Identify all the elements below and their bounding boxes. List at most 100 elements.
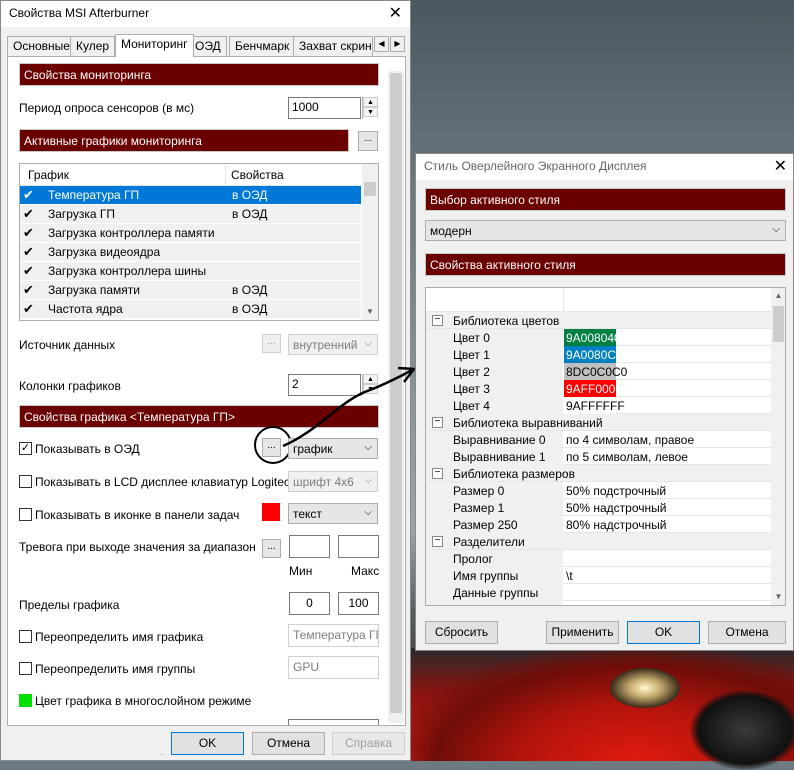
- property-value[interactable]: 9AFFFFFF: [564, 397, 771, 414]
- grid-property-row[interactable]: Эпилог: [426, 601, 771, 605]
- property-value[interactable]: 9A008040: [564, 329, 771, 346]
- data-source-combo[interactable]: внутренний ⌵: [288, 334, 378, 355]
- polling-spinner[interactable]: ▲ ▼: [362, 97, 378, 119]
- check-icon[interactable]: ✔: [23, 263, 34, 279]
- limit-max-input[interactable]: 100: [338, 592, 379, 615]
- graph-list-row[interactable]: ✔ Загрузка ГП в ОЭД: [20, 205, 361, 224]
- tab-scroll-right-icon[interactable]: ▶: [390, 36, 405, 52]
- polling-input[interactable]: 1000: [288, 97, 361, 119]
- grid-category-row[interactable]: − Библиотека размеров: [426, 465, 771, 482]
- tab-scroll-left-icon[interactable]: ◀: [374, 36, 389, 52]
- dialog-cancel-button[interactable]: Отмена: [708, 621, 786, 644]
- override-graph-name-label: Переопределить имя графика: [35, 630, 204, 644]
- dialog-ok-button[interactable]: OK: [627, 621, 700, 644]
- alarm-max-input[interactable]: [338, 535, 379, 558]
- data-source-more-button[interactable]: ...: [262, 334, 281, 353]
- col-props-header[interactable]: Свойства: [231, 168, 284, 182]
- tab-monitoring[interactable]: Мониторинг: [115, 34, 194, 57]
- property-value[interactable]: по 5 символам, левое: [564, 448, 771, 465]
- override-graph-name-checkbox[interactable]: [19, 630, 32, 643]
- tray-color-swatch[interactable]: [262, 503, 280, 521]
- grid-property-row[interactable]: Данные группы: [426, 584, 771, 601]
- collapse-icon[interactable]: −: [432, 536, 443, 547]
- tab-screenshot[interactable]: Захват скринш: [293, 36, 373, 56]
- property-value[interactable]: по 4 символам, правое: [564, 431, 771, 448]
- alarm-more-button[interactable]: ...: [262, 539, 281, 558]
- show-lcd-combo[interactable]: шрифт 4x6 ⌵: [288, 471, 378, 492]
- graph-list-row[interactable]: ✔ Загрузка контроллера шины: [20, 262, 361, 281]
- tab-general[interactable]: Основные: [7, 36, 76, 56]
- tab-cooler[interactable]: Кулер: [70, 36, 116, 56]
- style-combo[interactable]: модерн ⌵: [425, 220, 786, 241]
- active-graphs-more-button[interactable]: ...: [358, 131, 378, 151]
- limit-min-input[interactable]: 0: [289, 592, 330, 615]
- color-chip: 9A0080C0: [564, 346, 623, 363]
- reset-button[interactable]: Сбросить: [425, 621, 498, 644]
- apply-button[interactable]: Применить: [546, 621, 619, 644]
- layered-color-swatch[interactable]: [19, 694, 32, 707]
- alarm-min-input[interactable]: [289, 535, 330, 558]
- check-icon[interactable]: ✔: [23, 187, 34, 203]
- show-lcd-checkbox[interactable]: [19, 475, 32, 488]
- check-icon[interactable]: ✔: [23, 206, 34, 222]
- tab-osd[interactable]: ОЭД: [189, 36, 227, 56]
- graph-list-row[interactable]: ✔ Загрузка памяти в ОЭД: [20, 281, 361, 300]
- collapse-icon[interactable]: −: [432, 315, 443, 326]
- check-icon[interactable]: ✔: [23, 301, 34, 317]
- grid-property-row[interactable]: Цвет 1 9A0080C0: [426, 346, 771, 363]
- grid-property-row[interactable]: Выравнивание 0 по 4 символам, правое: [426, 431, 771, 448]
- ok-button[interactable]: OK: [171, 732, 244, 755]
- close-icon[interactable]: ✕: [389, 3, 402, 23]
- property-grid-scrollbar[interactable]: ▲ ▼: [771, 288, 785, 605]
- cancel-button[interactable]: Отмена: [252, 732, 325, 755]
- property-value[interactable]: 8DC0C0C0: [564, 363, 771, 380]
- property-value[interactable]: 50% надстрочный: [564, 499, 771, 516]
- hand-drawn-arrow: [282, 366, 417, 448]
- check-icon[interactable]: ✔: [23, 282, 34, 298]
- override-group-name-input[interactable]: GPU: [288, 656, 379, 679]
- override-group-name-checkbox[interactable]: [19, 662, 32, 675]
- grid-property-row[interactable]: Цвет 2 8DC0C0C0: [426, 363, 771, 380]
- grid-property-row[interactable]: Имя группы \t: [426, 567, 771, 584]
- property-value[interactable]: [564, 550, 771, 567]
- property-value[interactable]: [564, 584, 771, 601]
- property-value[interactable]: 80% надстрочный: [564, 516, 771, 533]
- grid-property-row[interactable]: Размер 1 50% надстрочный: [426, 499, 771, 516]
- grid-property-row[interactable]: Цвет 4 9AFFFFFF: [426, 397, 771, 414]
- show-tray-combo[interactable]: текст ⌵: [288, 503, 378, 524]
- col-graph-header[interactable]: График: [28, 168, 69, 182]
- help-button[interactable]: Справка: [332, 732, 405, 755]
- next-field-partial[interactable]: [288, 719, 379, 725]
- collapse-icon[interactable]: −: [432, 417, 443, 428]
- grid-property-row[interactable]: Цвет 3 9AFF0000: [426, 380, 771, 397]
- check-icon[interactable]: ✔: [23, 225, 34, 241]
- property-value[interactable]: [564, 601, 771, 605]
- property-value[interactable]: \t: [564, 567, 771, 584]
- tab-benchmark[interactable]: Бенчмарк: [229, 36, 296, 56]
- graph-list-scrollbar[interactable]: ▼: [362, 164, 378, 320]
- show-osd-checkbox[interactable]: ✓: [19, 442, 32, 455]
- grid-property-row[interactable]: Цвет 0 9A008040: [426, 329, 771, 346]
- graph-list[interactable]: График Свойства ✔ Температура ГП в ОЭД ✔ Заг…: [19, 163, 379, 321]
- show-tray-checkbox[interactable]: [19, 508, 32, 521]
- graph-prop: в ОЭД: [232, 188, 268, 202]
- grid-category-row[interactable]: − Библиотека выравниваний: [426, 414, 771, 431]
- collapse-icon[interactable]: −: [432, 468, 443, 479]
- grid-property-row[interactable]: Размер 250 80% надстрочный: [426, 516, 771, 533]
- check-icon[interactable]: ✔: [23, 244, 34, 260]
- property-value[interactable]: 9AFF0000: [564, 380, 771, 397]
- graph-list-row[interactable]: ✔ Загрузка видеоядра: [20, 243, 361, 262]
- graph-list-row[interactable]: ✔ Частота ядра в ОЭД: [20, 300, 361, 319]
- graph-list-row[interactable]: ✔ Загрузка контроллера памяти: [20, 224, 361, 243]
- grid-category-row[interactable]: − Разделители: [426, 533, 771, 550]
- property-value[interactable]: 50% подстрочный: [564, 482, 771, 499]
- grid-property-row[interactable]: Пролог: [426, 550, 771, 567]
- style-property-grid[interactable]: − Библиотека цветов Цвет 0 9A008040 Цвет 1 9A…: [425, 287, 786, 606]
- override-graph-name-input[interactable]: Температура ГП: [288, 624, 379, 647]
- grid-category-row[interactable]: − Библиотека цветов: [426, 312, 771, 329]
- grid-property-row[interactable]: Выравнивание 1 по 5 символам, левое: [426, 448, 771, 465]
- grid-property-row[interactable]: Размер 0 50% подстрочный: [426, 482, 771, 499]
- graph-list-row[interactable]: ✔ Температура ГП в ОЭД: [20, 186, 361, 205]
- property-value[interactable]: 9A0080C0: [564, 346, 771, 363]
- close-icon[interactable]: ✕: [774, 156, 787, 176]
